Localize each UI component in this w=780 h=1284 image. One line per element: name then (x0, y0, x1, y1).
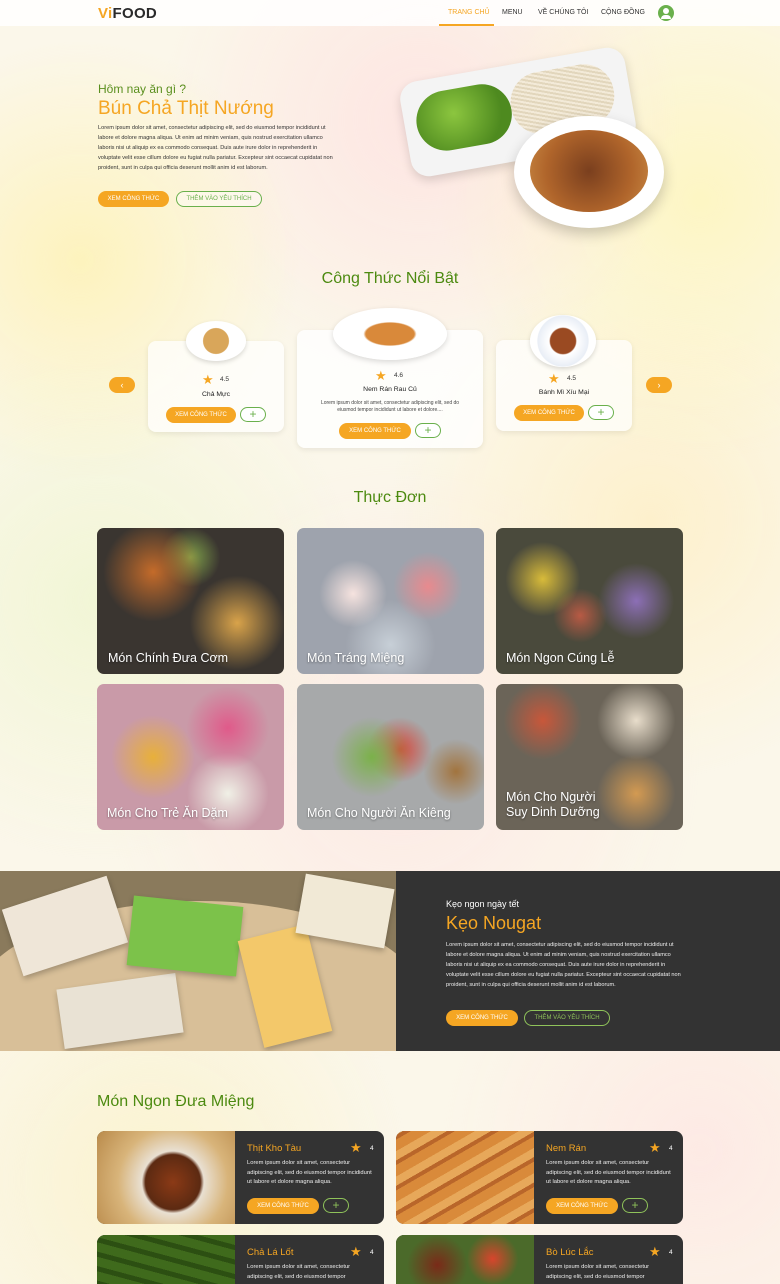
recipe-rating: 4.5 (567, 375, 577, 382)
recipe-image (186, 321, 246, 361)
dish-image (396, 1235, 534, 1284)
menu-tile-label: Món Cho Trẻ Ăn Dặm (107, 806, 228, 820)
menu-tile-label: Món Ngon Cúng Lễ (506, 651, 615, 665)
logo-vi: Vi (98, 5, 113, 22)
menu-tile[interactable]: Món Cho Trẻ Ăn Dặm (97, 684, 284, 830)
carousel-next-button[interactable]: › (646, 377, 672, 393)
soup-bowl-image (514, 116, 664, 228)
dish-image (97, 1235, 235, 1284)
star-icon: ★ (548, 371, 560, 386)
chevron-left-icon: ‹ (120, 380, 124, 390)
carousel-prev-button[interactable]: ‹ (109, 377, 135, 393)
dish-rating: 4 (370, 1145, 374, 1152)
menu-tile[interactable]: Món Cho Người Suy Dinh Dưỡng (496, 684, 683, 830)
star-icon: ★ (649, 1244, 661, 1259)
dish-image (396, 1131, 534, 1224)
dish-description: Lorem ipsum dolor sit amet, consectetur … (546, 1160, 671, 1186)
menu-section-title: Thực Đơn (353, 489, 427, 506)
nav-item-home[interactable]: TRANG CHỦ (448, 9, 490, 16)
view-recipe-button[interactable]: XEM CÔNG THỨC (514, 405, 584, 421)
dish-name: Bò Lúc Lắc (546, 1247, 594, 1258)
menu-tile[interactable]: Món Tráng Miệng (297, 528, 484, 674)
logo-food: FOOD (112, 5, 158, 22)
add-favorite-button[interactable]: + (622, 1198, 648, 1213)
nav-item-community[interactable]: CỘNG ĐỒNG (601, 9, 645, 16)
dish-rating: 4 (669, 1145, 673, 1152)
dish-description: Lorem ipsum dolor sit amet, consectetur … (247, 1264, 351, 1280)
recipe-card[interactable]: ★ 4.5 Bánh Mì Xíu Mại XEM CÔNG THỨC + (496, 315, 632, 431)
herbs-image (411, 79, 517, 156)
add-favorite-button[interactable]: + (240, 407, 266, 422)
menu-tile[interactable]: Món Ngon Cúng Lễ (496, 528, 683, 674)
star-icon: ★ (202, 372, 214, 387)
promo-title: Kẹo Nougat (446, 913, 542, 933)
dish-card[interactable]: Chả Lá Lốt ★ 4 Lorem ipsum dolor sit ame… (97, 1235, 384, 1284)
chevron-right-icon: › (657, 380, 661, 390)
add-favorite-button[interactable]: + (323, 1198, 349, 1213)
recipe-image (333, 308, 447, 360)
hero-add-favorite-button[interactable]: THÊM VÀO YÊU THÍCH (176, 191, 262, 207)
dish-name: Thịt Kho Tàu (247, 1143, 302, 1154)
promo-view-recipe-button[interactable]: XEM CÔNG THỨC (446, 1010, 518, 1026)
dish-card[interactable]: Bò Lúc Lắc ★ 4 Lorem ipsum dolor sit ame… (396, 1235, 683, 1284)
recipe-rating: 4.5 (220, 376, 230, 383)
add-favorite-button[interactable]: + (588, 405, 614, 420)
nav-active-indicator (439, 24, 494, 26)
view-recipe-button[interactable]: XEM CÔNG THỨC (546, 1198, 618, 1214)
dish-description: Lorem ipsum dolor sit amet, consectetur … (247, 1160, 372, 1186)
nav-item-about[interactable]: VỀ CHÚNG TÔI (538, 9, 588, 16)
nav-item-menu[interactable]: MENU (502, 9, 523, 16)
recipe-card[interactable]: ★ 4.5 Chả Mực XEM CÔNG THỨC + (148, 321, 284, 432)
recipe-image (530, 315, 596, 367)
recipe-name: Nem Rán Rau Củ (363, 386, 417, 393)
hero-description: Lorem ipsum dolor sit amet, consectetur … (98, 125, 333, 171)
dish-rating: 4 (370, 1249, 374, 1256)
star-icon: ★ (350, 1140, 362, 1155)
user-avatar-icon[interactable] (658, 5, 674, 21)
hero-view-recipe-button[interactable]: XEM CÔNG THỨC (98, 191, 169, 207)
recipe-description: Lorem ipsum dolor sit amet, consectetur … (320, 400, 460, 413)
dish-description: Lorem ipsum dolor sit amet, consectetur … (546, 1264, 650, 1280)
logo[interactable]: ViFOOD (98, 5, 157, 22)
recipe-name: Chả Mực (202, 391, 230, 398)
recipe-rating: 4.6 (394, 372, 404, 379)
top-navbar: ViFOOD TRANG CHỦ MENU VỀ CHÚNG TÔI CỘNG … (0, 0, 780, 26)
hero-dish-image (397, 44, 680, 234)
hero-eyebrow: Hôm nay ăn gì ? (98, 82, 187, 96)
view-recipe-button[interactable]: XEM CÔNG THỨC (339, 423, 411, 439)
menu-tile-label: Món Tráng Miệng (307, 651, 405, 665)
menu-tile-label: Món Chính Đưa Cơm (108, 651, 229, 665)
view-recipe-button[interactable]: XEM CÔNG THỨC (166, 407, 236, 423)
star-icon: ★ (350, 1244, 362, 1259)
add-favorite-button[interactable]: + (415, 423, 441, 438)
star-icon: ★ (375, 368, 387, 383)
menu-tile-label: Món Cho Người Suy Dinh Dưỡng (506, 790, 600, 820)
hero-title: Bún Chả Thịt Nướng (98, 98, 274, 119)
dish-rating: 4 (669, 1249, 673, 1256)
recipe-name: Bánh Mì Xíu Mại (538, 389, 590, 396)
dish-card[interactable]: Nem Rán ★ 4 Lorem ipsum dolor sit amet, … (396, 1131, 683, 1224)
featured-section-title: Công Thức Nổi Bật (321, 270, 459, 287)
menu-tile[interactable]: Món Chính Đưa Cơm (97, 528, 284, 674)
menu-tile-label-line2: Suy Dinh Dưỡng (506, 805, 600, 819)
menu-tile-label: Món Cho Người Ăn Kiêng (307, 806, 451, 820)
promo-eyebrow: Kẹo ngon ngày tết (446, 899, 520, 909)
promo-add-favorite-button[interactable]: THÊM VÀO YÊU THÍCH (524, 1010, 610, 1026)
dish-card[interactable]: Thịt Kho Tàu ★ 4 Lorem ipsum dolor sit a… (97, 1131, 384, 1224)
promo-image (0, 871, 396, 1051)
promo-panel: Kẹo ngon ngày tết Kẹo Nougat Lorem ipsum… (396, 871, 780, 1051)
dish-name: Chả Lá Lốt (247, 1247, 294, 1258)
dishes-section-title: Món Ngon Đưa Miệng (97, 1093, 255, 1110)
promo-description: Lorem ipsum dolor sit amet, consectetur … (446, 942, 681, 988)
view-recipe-button[interactable]: XEM CÔNG THỨC (247, 1198, 319, 1214)
dish-name: Nem Rán (546, 1143, 587, 1154)
star-icon: ★ (649, 1140, 661, 1155)
menu-tile[interactable]: Món Cho Người Ăn Kiêng (297, 684, 484, 830)
menu-tile-label-line1: Món Cho Người (506, 790, 596, 804)
recipe-card-featured[interactable]: ★ 4.6 Nem Rán Rau Củ Lorem ipsum dolor s… (297, 308, 483, 448)
dish-image (97, 1131, 235, 1224)
